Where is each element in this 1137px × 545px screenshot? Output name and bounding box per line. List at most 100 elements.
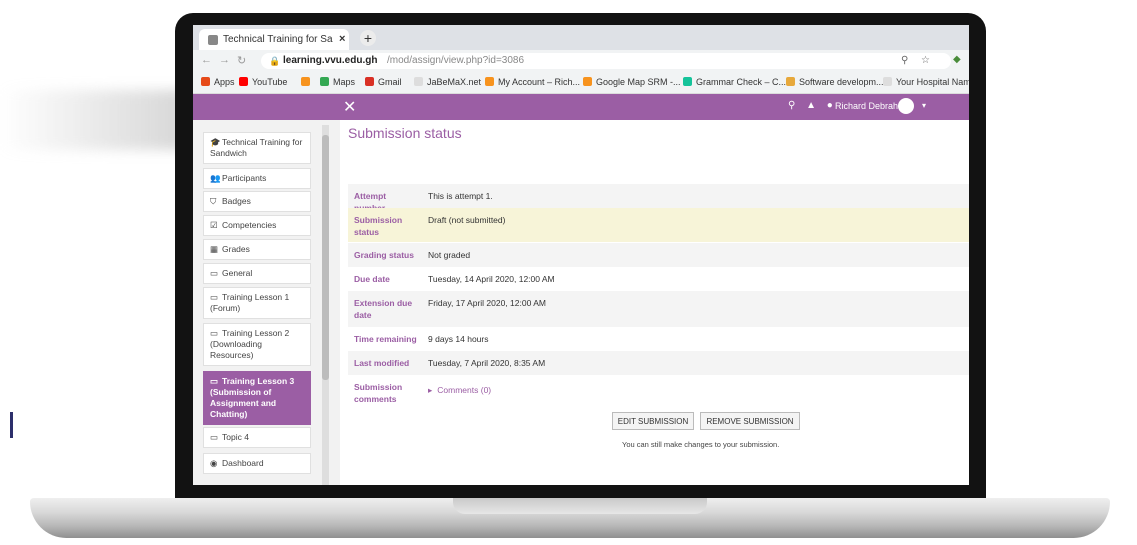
user-name[interactable]: Richard Debrah <box>835 101 898 111</box>
sidebar-item-course[interactable]: 🎓Technical Training for Sandwich <box>203 132 311 164</box>
sidebar-item-lesson-1[interactable]: ▭ Training Lesson 1 (Forum) <box>203 287 311 319</box>
youtube-icon <box>239 77 248 86</box>
grammarly-icon <box>683 77 692 86</box>
sidebar-item-lesson-2[interactable]: ▭ Training Lesson 2 (Downloading Resource… <box>203 323 311 366</box>
bookmark-hospital[interactable]: Your Hospital Name <box>883 77 969 87</box>
bookmark-jabemax[interactable]: JaBeMaX.net <box>414 77 481 87</box>
bookmark-favicon-icon <box>786 77 795 86</box>
scrollbar-thumb[interactable] <box>322 135 329 380</box>
bookmark-favicon-icon <box>301 77 310 86</box>
gmail-icon <box>365 77 374 86</box>
bookmark-my-account[interactable]: My Account – Rich... <box>485 77 580 87</box>
row-value: Not graded <box>428 250 471 260</box>
submission-note: You can still make changes to your submi… <box>622 440 780 449</box>
bookmark-grammar-check[interactable]: Grammar Check – C... <box>683 77 786 87</box>
chevron-right-icon: ▸ <box>428 385 433 395</box>
row-value: Tuesday, 7 April 2020, 8:35 AM <box>428 358 546 368</box>
search-icon[interactable]: ⚲ <box>788 100 795 111</box>
status-row-due-date: Due date Tuesday, 14 April 2020, 12:00 A… <box>348 267 969 291</box>
shield-icon: ⛉ <box>210 196 217 206</box>
bookmarks-bar: Apps YouTube Maps Gmail JaBeMaX.net My A… <box>193 72 969 94</box>
bookmark-favicon-icon <box>485 77 494 86</box>
url-path: /mod/assign/view.php?id=3086 <box>387 55 525 66</box>
moodle-favicon-icon <box>208 35 218 45</box>
page-title: Submission status <box>348 125 462 141</box>
globe-icon <box>883 77 892 86</box>
laptop-notch <box>453 498 707 514</box>
bookmark-youtube[interactable]: YouTube <box>239 77 287 87</box>
sidebar-item-topic-4[interactable]: ▭ Topic 4 <box>203 427 311 448</box>
reload-icon[interactable]: ↻ <box>237 54 246 67</box>
maps-icon <box>320 77 329 86</box>
dashboard-icon: ◉ <box>210 458 218 468</box>
close-drawer-icon[interactable]: ✕ <box>343 97 356 117</box>
chevron-down-icon[interactable]: ▾ <box>922 101 926 110</box>
status-row-submission: Submission status Draft (not submitted) <box>348 208 969 242</box>
bookmark-maps[interactable]: Maps <box>320 77 355 87</box>
remove-submission-button[interactable]: REMOVE SUBMISSION <box>700 412 800 430</box>
lock-icon: 🔒 <box>269 56 281 66</box>
sidebar-item-competencies[interactable]: ☑ Competencies <box>203 215 311 236</box>
folder-icon: ▭ <box>210 432 219 442</box>
table-icon: ▦ <box>210 244 219 254</box>
status-row-grading: Grading status Not graded <box>348 243 969 267</box>
sidebar-item-dashboard[interactable]: ◉ Dashboard <box>203 453 311 474</box>
new-tab-button[interactable]: + <box>360 30 376 46</box>
course-nav-drawer: 🎓Technical Training for Sandwich 👥Partic… <box>193 120 340 485</box>
row-label: Grading status <box>354 250 414 260</box>
comments-toggle[interactable]: ▸ Comments (0) <box>428 384 491 396</box>
browser-tab-bar: Technical Training for Sandwich × + <box>193 25 969 50</box>
tab-title: Technical Training for Sandwich <box>223 34 333 45</box>
navbar-tools: ⚲ ▲ ● <box>788 100 841 111</box>
main-content: Submission status Attempt number This is… <box>340 120 969 485</box>
globe-icon <box>414 77 423 86</box>
sidebar-item-grades[interactable]: ▦ Grades <box>203 239 311 260</box>
row-value: Draft (not submitted) <box>428 215 506 225</box>
bookmark-apps[interactable]: Apps <box>201 77 235 87</box>
bookmark-blank[interactable] <box>301 77 314 87</box>
avatar[interactable] <box>898 98 914 114</box>
sidebar-item-general[interactable]: ▭ General <box>203 263 311 284</box>
bookmark-gmail[interactable]: Gmail <box>365 77 402 87</box>
status-row-last-modified: Last modified Tuesday, 7 April 2020, 8:3… <box>348 351 969 375</box>
edit-submission-button[interactable]: EDIT SUBMISSION <box>612 412 694 430</box>
row-value: This is attempt 1. <box>428 191 493 201</box>
folder-icon: ▭ <box>210 328 219 338</box>
extension-icon[interactable]: ◆ <box>953 54 961 65</box>
folder-icon: ▭ <box>210 292 219 302</box>
status-row-extension: Extension due date Friday, 17 April 2020… <box>348 291 969 327</box>
status-row-time-remaining: Time remaining 9 days 14 hours <box>348 327 969 351</box>
users-icon: 👥 <box>210 173 221 183</box>
row-label: Last modified <box>354 358 410 368</box>
laptop-screen: Technical Training for Sandwich × + ← → … <box>193 25 969 485</box>
site-navbar: ✕ ⚲ ▲ ● Richard Debrah ▾ <box>193 94 969 120</box>
close-tab-icon[interactable]: × <box>339 29 345 50</box>
decorative-bar <box>10 412 13 438</box>
sidebar-item-badges[interactable]: ⛉ Badges <box>203 191 311 212</box>
url-host: learning.vvu.edu.gh <box>283 55 378 66</box>
browser-tab[interactable]: Technical Training for Sandwich × <box>199 29 349 50</box>
row-label: Time remaining <box>354 334 417 344</box>
bookmark-software-development[interactable]: Software developm... <box>786 77 884 87</box>
notification-bell-icon[interactable]: ▲ <box>806 100 816 111</box>
status-row-attempt: Attempt number This is attempt 1. <box>348 184 969 213</box>
messages-icon[interactable]: ● <box>827 100 833 111</box>
sidebar-item-lesson-3[interactable]: ▭ Training Lesson 3 (Submission of Assign… <box>203 371 311 425</box>
bookmark-google-map-srm[interactable]: Google Map SRM -... <box>583 77 681 87</box>
apps-grid-icon <box>201 77 210 86</box>
folder-icon: ▭ <box>210 268 219 278</box>
folder-icon: ▭ <box>210 376 219 386</box>
row-label: Due date <box>354 274 390 284</box>
forward-icon[interactable]: → <box>219 54 230 66</box>
sidebar-item-participants[interactable]: 👥Participants <box>203 168 311 189</box>
url-input[interactable]: 🔒 learning.vvu.edu.gh /mod/assign/view.p… <box>261 53 951 69</box>
bookmark-favicon-icon <box>583 77 592 86</box>
sidebar-scrollbar[interactable] <box>322 125 329 485</box>
checkbox-icon: ☑ <box>210 220 218 230</box>
star-icon[interactable]: ☆ <box>921 53 930 69</box>
back-icon[interactable]: ← <box>201 54 212 66</box>
search-icon[interactable]: ⚲ <box>901 53 908 69</box>
mortarboard-icon: 🎓 <box>210 137 221 147</box>
row-label: Extension due date <box>354 298 413 320</box>
row-label: Submission comments <box>354 382 403 404</box>
